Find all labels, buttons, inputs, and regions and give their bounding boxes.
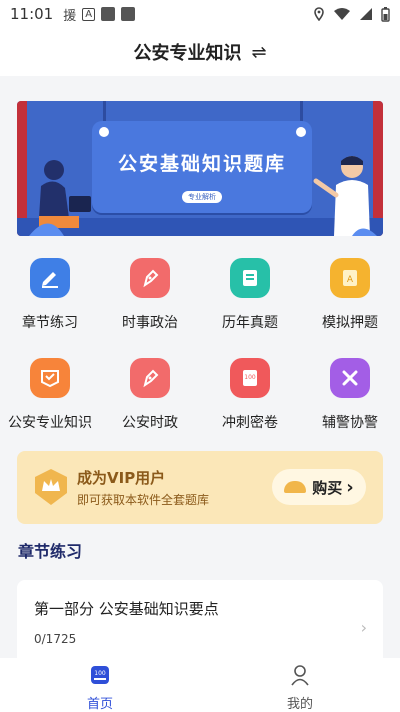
teacher-illustration <box>313 156 377 236</box>
promo-banner[interactable]: 公安基础知识题库 专业解析 <box>17 101 383 236</box>
grid-label: 公安专业知识 <box>8 415 92 431</box>
grid-label: 辅警协警 <box>322 415 378 431</box>
grid-item-chapter-practice[interactable]: 章节练习 <box>0 253 100 343</box>
tab-mine-label: 我的 <box>286 697 313 712</box>
banner-pin-left <box>99 127 109 137</box>
svg-text:A: A <box>347 275 354 285</box>
notification-icon: 援 <box>63 8 77 24</box>
status-bar: 11:01 援 A <box>0 0 400 28</box>
shield-icon <box>30 358 70 398</box>
grid-item-past-papers[interactable]: 历年真题 <box>200 253 300 343</box>
grid-label: 时事政治 <box>122 315 178 331</box>
a-notification-icon: A <box>82 7 96 21</box>
tools-icon <box>330 358 370 398</box>
bottom-tab-bar: 100 首页 我的 <box>0 658 400 712</box>
hat-icon <box>284 481 307 493</box>
page-title[interactable]: 公安专业知识 <box>133 39 241 65</box>
buy-label: 购买 <box>312 478 343 497</box>
banner-left-edge <box>17 101 27 236</box>
status-time: 11:01 <box>10 5 54 23</box>
grid-item-sprint-papers[interactable]: 100 冲刺密卷 <box>200 353 300 443</box>
chevron-right-icon: › <box>346 476 354 498</box>
title-bar: 公安专业知识 ⇌ <box>0 28 400 76</box>
user-icon <box>291 665 309 686</box>
grid-label: 章节练习 <box>22 315 78 331</box>
chevron-right-icon: › <box>360 618 367 637</box>
banner-tag: 专业解析 <box>182 191 222 203</box>
chapter-card[interactable]: 第一部分 公安基础知识要点 0/1725 › <box>17 580 383 670</box>
grid-item-auxiliary-police[interactable]: 辅警协警 <box>300 353 400 443</box>
vip-subtitle: 即可获取本软件全套题库 <box>77 493 210 507</box>
tab-home-label: 首页 <box>86 697 113 712</box>
vip-title: 成为VIP用户 <box>77 469 166 487</box>
grid-item-police-affairs[interactable]: 公安时政 <box>100 353 200 443</box>
section-title: 章节练习 <box>18 542 83 561</box>
document-icon <box>230 258 270 298</box>
crown-icon <box>35 469 67 505</box>
signal-icon <box>360 8 372 20</box>
svg-text:100: 100 <box>244 374 256 381</box>
square-notification-icon-2 <box>121 7 136 21</box>
location-icon <box>314 7 324 21</box>
grid-label: 冲刺密卷 <box>222 415 278 431</box>
chapter-name: 第一部分 公安基础知识要点 <box>34 600 219 618</box>
banner-pin-right <box>296 127 306 137</box>
scroll-icon: A <box>330 258 370 298</box>
chapter-progress: 0/1725 <box>34 632 77 646</box>
switch-subject-icon[interactable]: ⇌ <box>251 42 266 63</box>
grid-label: 模拟押题 <box>322 315 378 331</box>
pen-icon <box>130 258 170 298</box>
banner-board: 公安基础知识题库 专业解析 <box>92 121 312 213</box>
grid-item-police-professional[interactable]: 公安专业知识 <box>0 353 100 443</box>
banner-headline: 公安基础知识题库 <box>117 153 286 175</box>
grid-item-mock-prediction[interactable]: A 模拟押题 <box>300 253 400 343</box>
wifi-icon <box>334 8 350 20</box>
svg-text:100: 100 <box>94 670 106 677</box>
grid-label: 公安时政 <box>122 415 178 431</box>
exam-icon: 100 <box>230 358 270 398</box>
pen-icon <box>130 358 170 398</box>
grid-item-current-affairs[interactable]: 时事政治 <box>100 253 200 343</box>
tab-home[interactable]: 100 首页 <box>0 658 200 712</box>
square-notification-icon <box>101 7 116 21</box>
grid-label: 历年真题 <box>222 315 278 331</box>
tab-mine[interactable]: 我的 <box>200 658 400 712</box>
vip-promo-card[interactable]: 成为VIP用户 即可获取本软件全套题库 购买 › <box>17 451 383 524</box>
pencil-icon <box>30 258 70 298</box>
battery-icon <box>381 6 390 22</box>
home-icon: 100 <box>91 666 109 684</box>
buy-button[interactable]: 购买 › <box>272 469 366 505</box>
person-with-laptop-illustration <box>29 160 91 236</box>
status-right <box>313 6 390 22</box>
